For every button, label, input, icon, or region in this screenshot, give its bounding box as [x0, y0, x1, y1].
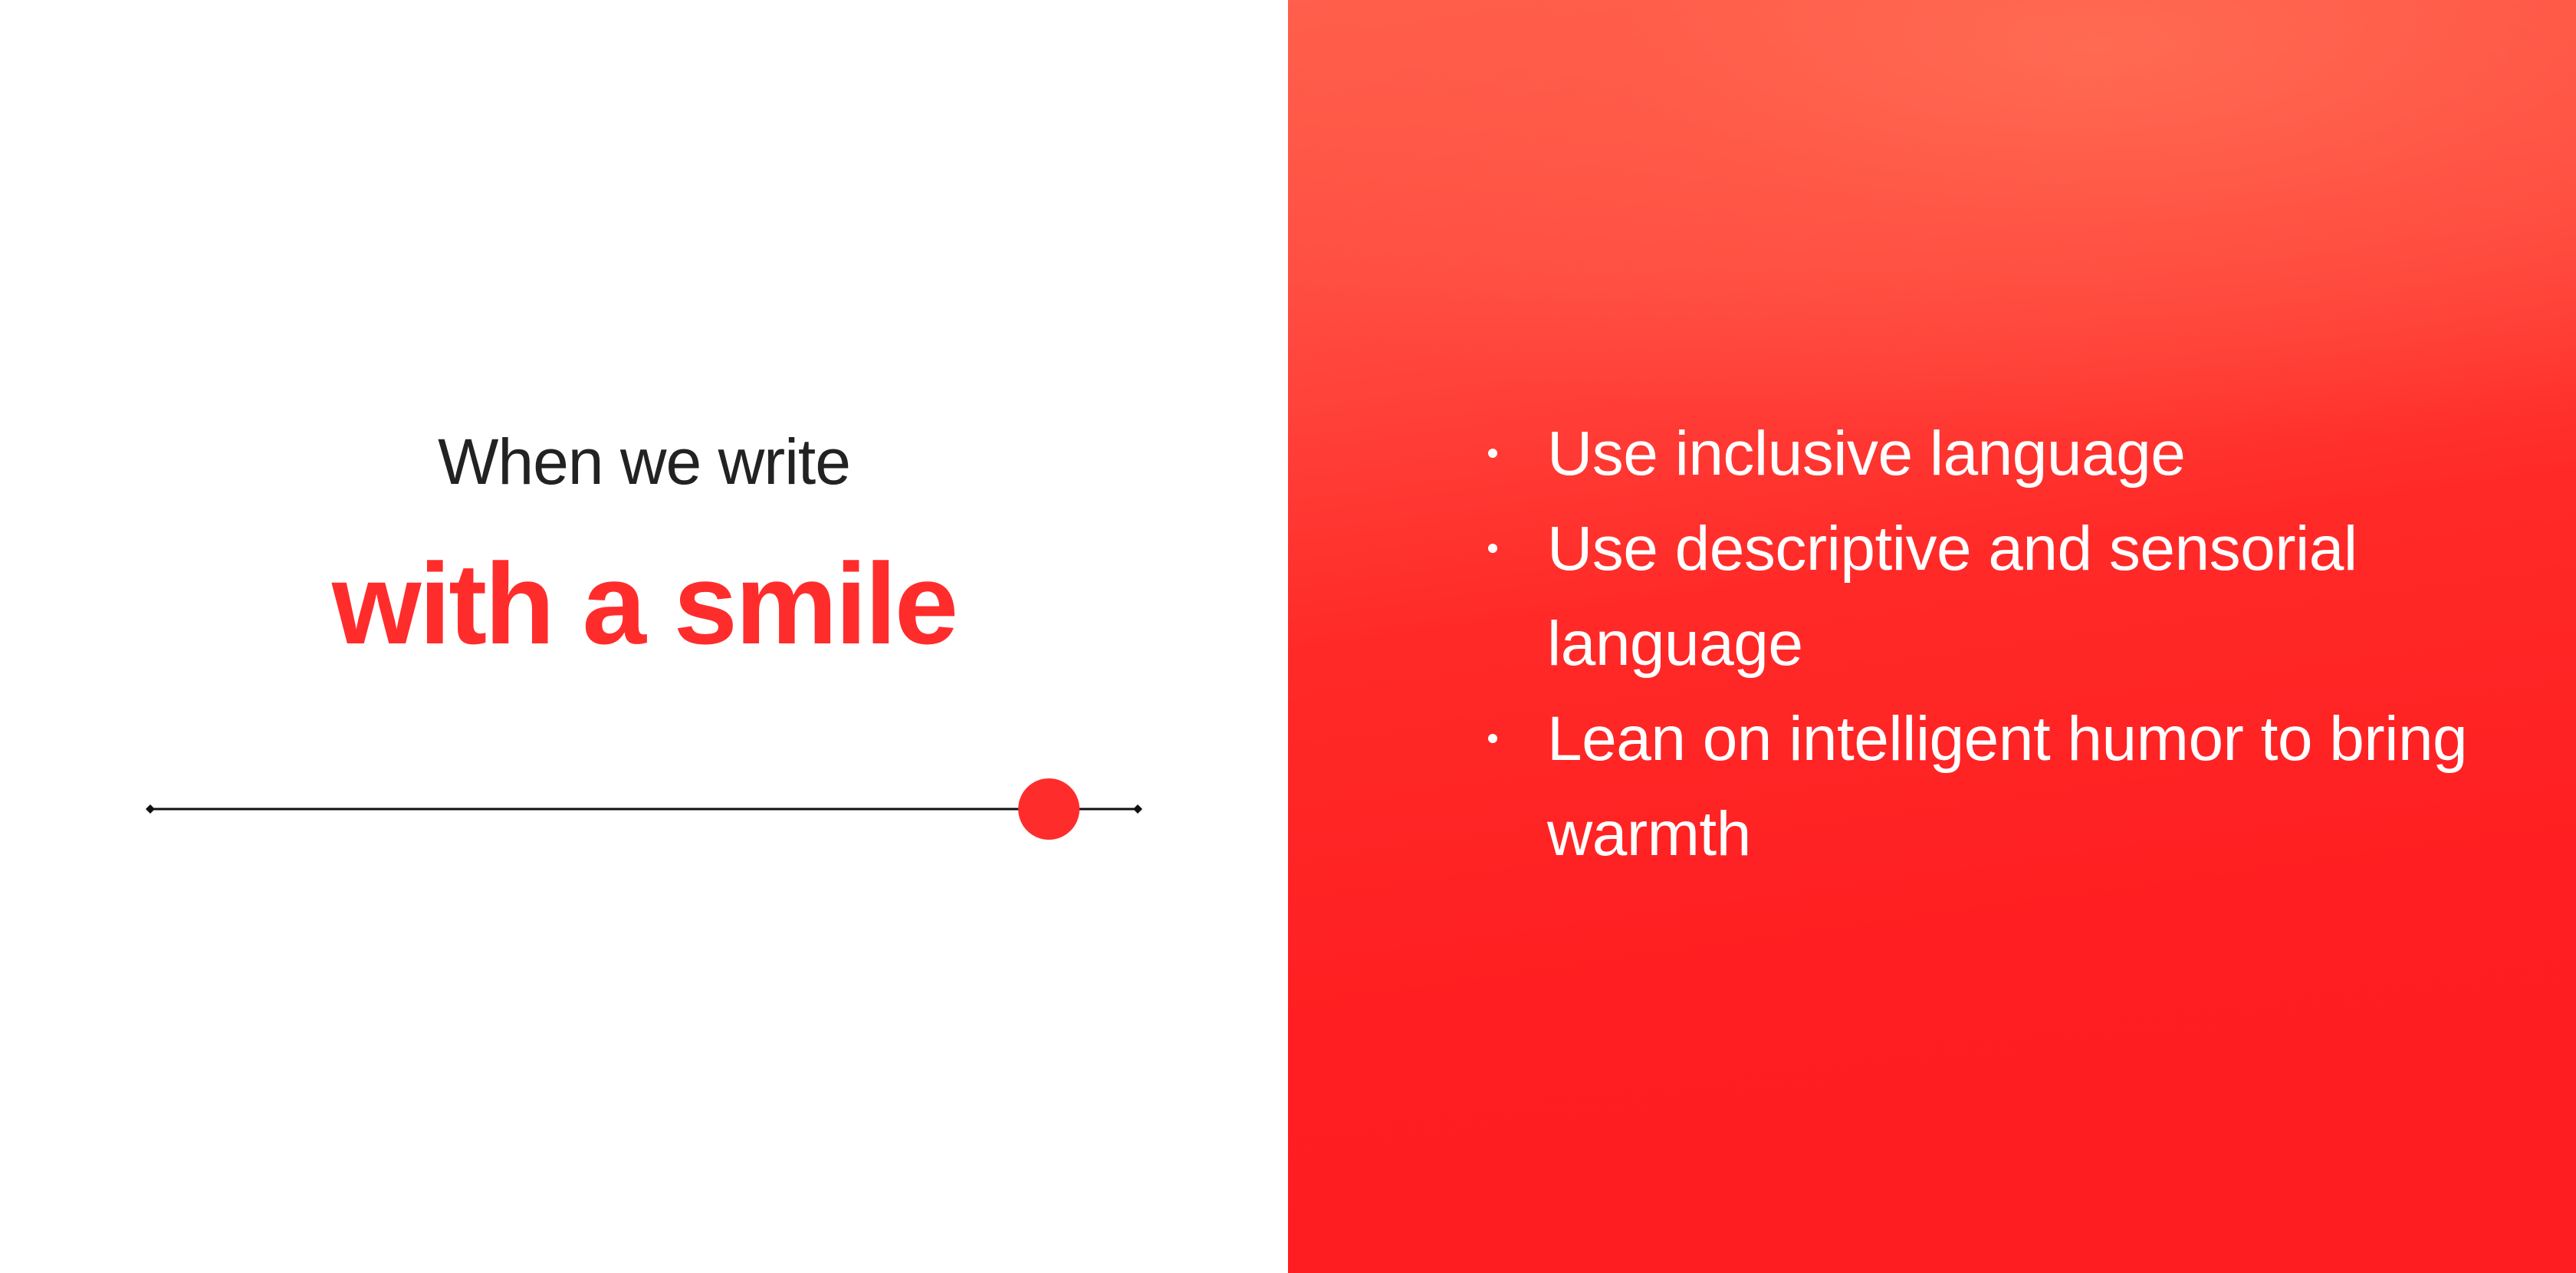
- bullet-dot-icon: [1488, 449, 1497, 458]
- guideline-item: Lean on intelligent humor to bring warmt…: [1480, 692, 2476, 882]
- bullet-dot-icon: [1488, 544, 1497, 553]
- headline-text: with a smile: [331, 539, 958, 668]
- left-panel: When we write with a smile: [0, 0, 1288, 1273]
- tone-slider-graphic: [146, 778, 1142, 840]
- bullet-dot-icon: [1488, 734, 1497, 743]
- guideline-text: Use inclusive language: [1547, 419, 2186, 488]
- guideline-text: Lean on intelligent humor to bring warmt…: [1547, 704, 2468, 869]
- guideline-text: Use descriptive and sensorial language: [1547, 514, 2358, 679]
- slider-start-cap: [146, 804, 155, 814]
- slider-end-cap: [1133, 804, 1142, 814]
- guideline-list: Use inclusive language Use descriptive a…: [1480, 406, 2476, 882]
- guideline-item: Use inclusive language: [1480, 406, 2476, 502]
- guideline-item: Use descriptive and sensorial language: [1480, 502, 2476, 692]
- tone-slider[interactable]: [146, 778, 1142, 840]
- slide: When we write with a smile Use inclusive…: [0, 0, 2576, 1273]
- slider-knob[interactable]: [1018, 778, 1080, 840]
- eyebrow-text: When we write: [438, 426, 851, 498]
